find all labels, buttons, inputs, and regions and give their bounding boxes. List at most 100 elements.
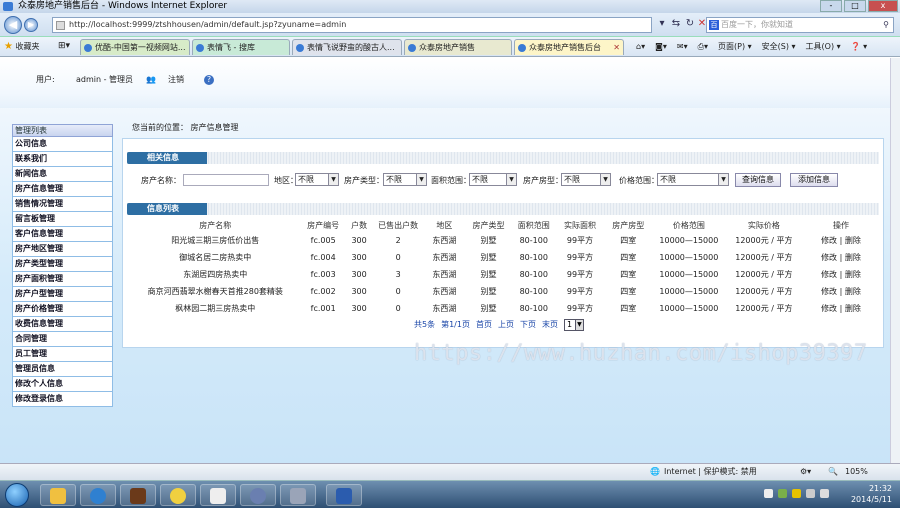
size-select[interactable]: 不限 ▼ bbox=[469, 173, 517, 186]
cell-name: 阳光城三期三房低价出售 bbox=[171, 236, 260, 245]
tray-icon[interactable] bbox=[764, 489, 773, 498]
delete-link[interactable]: 删除 bbox=[845, 270, 861, 279]
edit-link[interactable]: 修改 bbox=[821, 270, 837, 279]
logout-link[interactable]: 注销 bbox=[168, 75, 184, 85]
sidebar-item[interactable]: 合同管理 bbox=[12, 332, 113, 347]
minimize-button[interactable]: - bbox=[820, 0, 842, 12]
tab-sales[interactable]: 众泰房地产销售 bbox=[404, 39, 512, 55]
taskbar-app-4[interactable] bbox=[160, 484, 196, 506]
sidebar-item[interactable]: 房产地区管理 bbox=[12, 242, 113, 257]
cell-type: 别墅 bbox=[480, 236, 497, 245]
compat-view-icon[interactable]: ⇆ bbox=[670, 18, 682, 30]
zoom-level[interactable]: 105% bbox=[845, 464, 868, 480]
start-button[interactable] bbox=[5, 483, 29, 507]
pager-first[interactable]: 首页 bbox=[476, 319, 492, 331]
print-icon[interactable]: ⎙▾ bbox=[698, 40, 708, 54]
page-scrollbar[interactable] bbox=[890, 58, 900, 463]
edit-link[interactable]: 修改 bbox=[821, 304, 837, 313]
pager-last[interactable]: 末页 bbox=[542, 319, 558, 331]
status-tools-icon[interactable]: ⚙▾ bbox=[800, 464, 811, 480]
price-select[interactable]: 不限 ▼ bbox=[657, 173, 729, 186]
close-window-button[interactable]: x bbox=[868, 0, 898, 12]
dropdown-arrow-icon[interactable]: ▾ bbox=[656, 18, 668, 30]
menu-help[interactable]: ❓ ▾ bbox=[851, 40, 868, 54]
forward-button[interactable]: ▶ bbox=[24, 18, 38, 32]
delete-link[interactable]: 删除 bbox=[845, 236, 861, 245]
col-header: 房产类型 bbox=[472, 220, 505, 230]
taskbar-app-3[interactable] bbox=[120, 484, 156, 506]
col-header: 实际面积 bbox=[563, 220, 596, 230]
taskbar-ie[interactable] bbox=[80, 484, 116, 506]
pager-select[interactable]: 1 ▼ bbox=[563, 319, 584, 331]
chevron-down-icon: ▼ bbox=[600, 174, 610, 185]
sidebar-item[interactable]: 收费信息管理 bbox=[12, 317, 113, 332]
volume-icon[interactable] bbox=[820, 489, 829, 498]
sidebar-item[interactable]: 房产类型管理 bbox=[12, 257, 113, 272]
taskbar-app-5[interactable] bbox=[200, 484, 236, 506]
area-select[interactable]: 不限 ▼ bbox=[295, 173, 339, 186]
search-input[interactable]: 百 百度一下，你就知道 ⚲ bbox=[706, 17, 894, 33]
favorites-button[interactable]: ★ 收藏夹 bbox=[4, 41, 40, 53]
sidebar-item[interactable]: 管理员信息 bbox=[12, 362, 113, 377]
delete-link[interactable]: 删除 bbox=[845, 253, 861, 262]
feeds-icon[interactable]: ◙▾ bbox=[655, 40, 667, 54]
delete-link[interactable]: 删除 bbox=[845, 304, 861, 313]
menu-tools[interactable]: 工具(O) ▾ bbox=[806, 40, 841, 54]
cell-sold: 0 bbox=[395, 253, 401, 262]
tray-icon[interactable] bbox=[778, 489, 787, 498]
favorites-label: 收藏夹 bbox=[15, 42, 40, 51]
delete-link[interactable]: 删除 bbox=[845, 287, 861, 296]
taskbar-word[interactable] bbox=[326, 484, 362, 506]
zoom-icon: 🔍 bbox=[828, 467, 838, 476]
table-row: 御城名居二房热卖中 fc.004 300 0 东西湖 别墅 80-100 99平… bbox=[129, 249, 879, 266]
url-input[interactable]: http://localhost:9999/ztshhousen/admin/d… bbox=[52, 17, 652, 33]
sidebar-item[interactable]: 新闻信息 bbox=[12, 167, 113, 182]
menu-page[interactable]: 页面(P) ▾ bbox=[718, 40, 752, 54]
back-button[interactable]: ◀ bbox=[4, 16, 22, 34]
sidebar-item[interactable]: 房产面积管理 bbox=[12, 272, 113, 287]
name-input[interactable] bbox=[183, 174, 269, 186]
sidebar-item[interactable]: 客户信息管理 bbox=[12, 227, 113, 242]
sidebar-item[interactable]: 留言板管理 bbox=[12, 212, 113, 227]
sidebar-item[interactable]: 房产信息管理 bbox=[12, 182, 113, 197]
sidebar-item[interactable]: 联系我们 bbox=[12, 152, 113, 167]
sidebar-item[interactable]: 修改登录信息 bbox=[12, 392, 113, 407]
clock[interactable]: 21:32 2014/5/11 bbox=[851, 483, 892, 505]
type-select[interactable]: 不限 ▼ bbox=[383, 173, 427, 186]
taskbar-app-6[interactable] bbox=[240, 484, 276, 506]
pager-prev[interactable]: 上页 bbox=[498, 319, 514, 331]
search-icon[interactable]: ⚲ bbox=[883, 18, 889, 32]
size-label: 面积范围： bbox=[431, 176, 471, 185]
close-tab-icon[interactable]: ✕ bbox=[613, 40, 620, 55]
add-button[interactable]: 添加信息 bbox=[790, 173, 838, 187]
quick-tabs-icon[interactable]: ⊞▾ bbox=[58, 41, 70, 51]
menu-safety[interactable]: 安全(S) ▾ bbox=[762, 40, 796, 54]
sidebar-item[interactable]: 修改个人信息 bbox=[12, 377, 113, 392]
sidebar-item[interactable]: 房产价格管理 bbox=[12, 302, 113, 317]
edit-link[interactable]: 修改 bbox=[821, 287, 837, 296]
pager-next[interactable]: 下页 bbox=[520, 319, 536, 331]
cell-units: 300 bbox=[351, 287, 367, 296]
tab-video[interactable]: 表情飞说野蛮的酸古人... bbox=[292, 39, 402, 55]
sidebar-item[interactable]: 销售情况管理 bbox=[12, 197, 113, 212]
taskbar-app-7[interactable] bbox=[280, 484, 316, 506]
sidebar-item[interactable]: 员工管理 bbox=[12, 347, 113, 362]
query-button[interactable]: 查询信息 bbox=[735, 173, 781, 187]
tab-admin-active[interactable]: 众泰房地产销售后台 ✕ bbox=[514, 39, 624, 55]
tray-icon[interactable] bbox=[792, 489, 801, 498]
chevron-down-icon: ▼ bbox=[328, 174, 338, 185]
maximize-button[interactable]: □ bbox=[844, 0, 866, 12]
sidebar-item[interactable]: 公司信息 bbox=[12, 137, 113, 152]
edit-link[interactable]: 修改 bbox=[821, 253, 837, 262]
house-select[interactable]: 不限 ▼ bbox=[561, 173, 611, 186]
refresh-icon[interactable]: ↻ bbox=[684, 18, 696, 30]
home-icon[interactable]: ⌂▾ bbox=[636, 40, 645, 54]
edit-link[interactable]: 修改 bbox=[821, 236, 837, 245]
help-icon[interactable]: ? bbox=[204, 75, 214, 85]
mail-icon[interactable]: ✉▾ bbox=[677, 40, 688, 54]
sidebar-item[interactable]: 房产户型管理 bbox=[12, 287, 113, 302]
tab-youku[interactable]: 优酷-中国第一视频网站... bbox=[80, 39, 190, 55]
network-icon[interactable] bbox=[806, 489, 815, 498]
tab-search[interactable]: 表情飞 - 搜库 bbox=[192, 39, 290, 55]
taskbar-explorer[interactable] bbox=[40, 484, 76, 506]
